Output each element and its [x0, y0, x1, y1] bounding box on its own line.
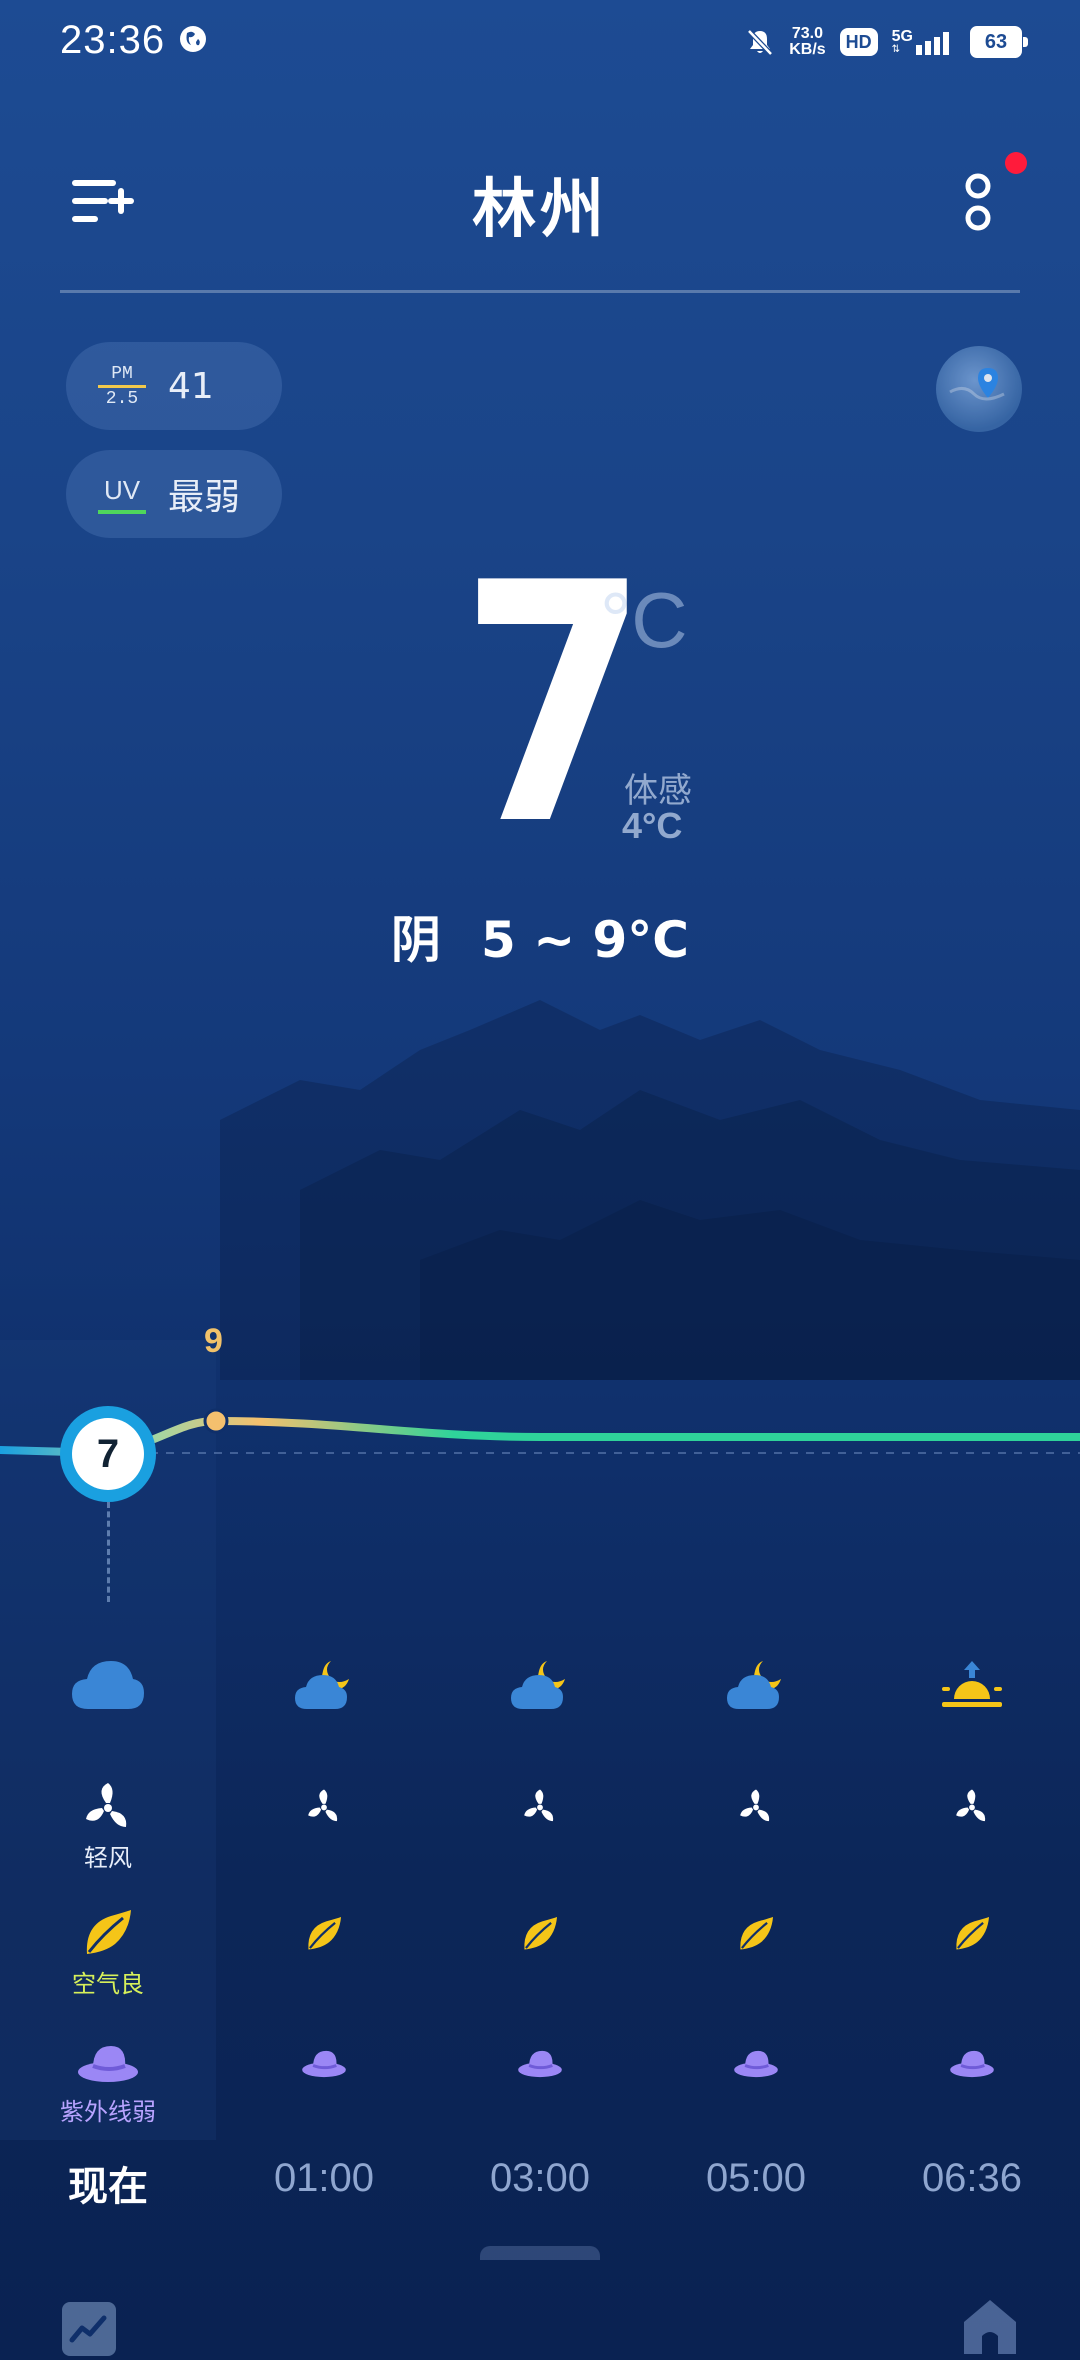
city-title: 林州 — [472, 173, 608, 247]
hour-time-4: 06:36 — [921, 2156, 1023, 2200]
hour-col-1-air — [216, 1914, 432, 1954]
hour-col-3-uv — [648, 2044, 864, 2084]
cloudy-night-icon — [511, 1661, 565, 1709]
battery-indicator: 63 — [970, 26, 1028, 58]
hour-col-4-wind — [864, 1786, 1080, 1826]
temperature-unit: °C — [600, 576, 688, 664]
status-indicators: 73.0 KB/s HD 5G ⇅ 63 — [745, 20, 1028, 64]
peak-point — [203, 1408, 229, 1434]
sun-hat-icon — [518, 2050, 562, 2078]
hour-col-1-wind — [216, 1786, 432, 1826]
hour-col-1-weather — [216, 1650, 432, 1720]
feels-like-value: 4°C — [622, 805, 683, 846]
hour-col-3-wind — [648, 1786, 864, 1826]
hd-badge: HD — [839, 28, 878, 56]
home-icon[interactable] — [962, 2298, 1018, 2356]
hour-col-2-uv — [432, 2044, 648, 2084]
hour-col-3-weather — [648, 1650, 864, 1720]
air-quality-label: 空气良 — [72, 1970, 144, 1998]
status-time: 23:36 — [60, 18, 166, 62]
hour-col-2-wind — [432, 1786, 648, 1826]
header-divider — [60, 290, 1020, 293]
leaf-icon — [86, 1910, 131, 1954]
uv-value: 最弱 — [168, 477, 241, 518]
pm25-value: 41 — [168, 365, 214, 407]
wind-fan-icon — [740, 1789, 770, 1822]
wind-fan-icon — [308, 1789, 338, 1822]
now-dashed-marker — [107, 1502, 110, 1602]
notification-dot — [1005, 152, 1027, 174]
temperature-series-line — [0, 1416, 1080, 1458]
temperature-curve-chart — [0, 1408, 1080, 1458]
leaf-icon — [956, 1916, 990, 1950]
leaf-icon — [524, 1916, 558, 1950]
globe-icon — [180, 26, 206, 52]
wind-fan-icon — [956, 1789, 986, 1822]
wind-fan-icon — [86, 1783, 127, 1827]
hour-col-3-air — [648, 1914, 864, 1954]
expand-handle[interactable] — [480, 2246, 600, 2260]
sun-hat-icon — [78, 2046, 138, 2082]
network-speed: 73.0 KB/s — [789, 25, 826, 58]
uv-label: UV — [98, 475, 146, 514]
mute-bell-icon — [747, 29, 774, 56]
now-temperature-label[interactable]: 7 — [72, 1418, 144, 1490]
sunrise-icon — [942, 1661, 1002, 1707]
trend-button[interactable] — [62, 2302, 116, 2356]
sun-hat-icon — [302, 2050, 346, 2078]
hour-time-now: 现在 — [68, 2164, 148, 2210]
hour-col-now-wind: 轻风 — [0, 1778, 216, 1873]
uv-chip[interactable]: UV 最弱 — [66, 450, 282, 538]
map-button[interactable] — [936, 346, 1022, 432]
hour-col-4-air — [864, 1914, 1080, 1954]
more-options-button[interactable] — [960, 172, 996, 234]
signal-indicator: 5G ⇅ — [892, 29, 956, 55]
wind-label: 轻风 — [84, 1844, 132, 1872]
uv-index-label: 紫外线弱 — [60, 2098, 156, 2126]
hour-col-4-uv — [864, 2044, 1080, 2084]
hour-time-3: 05:00 — [705, 2156, 807, 2200]
sun-hat-icon — [734, 2050, 778, 2078]
hour-time-2: 03:00 — [489, 2156, 591, 2200]
hour-col-4-weather — [864, 1650, 1080, 1720]
hour-time-1: 01:00 — [273, 2156, 375, 2200]
cloudy-night-icon — [295, 1661, 349, 1709]
leaf-icon — [740, 1916, 774, 1950]
wind-fan-icon — [524, 1789, 554, 1822]
cloud-icon — [72, 1661, 144, 1709]
hour-col-now-weather — [0, 1650, 216, 1720]
hour-col-2-air — [432, 1914, 648, 1954]
pm25-label: PM 2.5 — [98, 365, 146, 408]
hour-col-now-air: 空气良 — [0, 1906, 216, 1999]
signal-bars-icon — [916, 32, 949, 55]
hour-col-now-uv: 紫外线弱 — [0, 2040, 216, 2127]
pm25-chip[interactable]: PM 2.5 41 — [66, 342, 282, 430]
leaf-icon — [308, 1916, 342, 1950]
cloudy-night-icon — [727, 1661, 781, 1709]
trend-chart-icon — [69, 2315, 107, 2343]
peak-temperature-label: 9 — [204, 1322, 223, 1360]
hour-col-2-weather — [432, 1650, 648, 1720]
sun-hat-icon — [950, 2050, 994, 2078]
location-pin-icon — [949, 368, 1005, 401]
hour-col-1-uv — [216, 2044, 432, 2084]
